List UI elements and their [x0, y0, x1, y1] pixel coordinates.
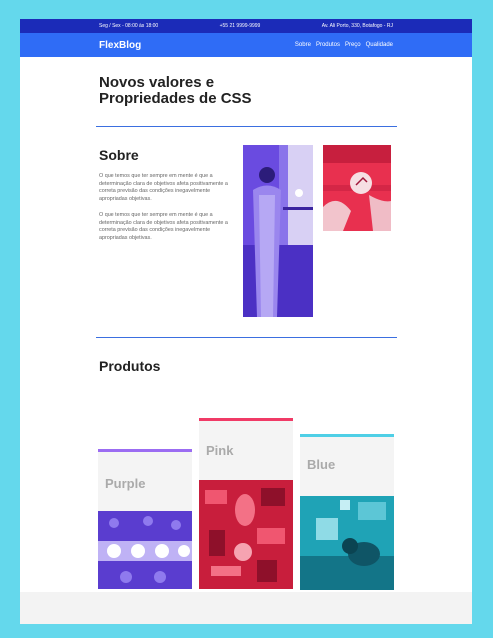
nav-link-sobre[interactable]: Sobre [295, 42, 311, 48]
card-title: Pink [206, 443, 234, 458]
nav-link-preco[interactable]: Preço [345, 42, 361, 48]
card-image-purple [98, 511, 192, 589]
sobre-paragraph: O que temos que ter sempre em mente é qu… [99, 173, 228, 202]
phone-number: +55 21 9999-9999 [219, 23, 261, 29]
page-title: Novos valores e Propriedades de CSS [99, 74, 252, 107]
site-logo[interactable]: FlexBlog [99, 40, 141, 51]
top-info-bar: Seg / Sex - 08:00 às 18:00 +55 21 9999-9… [20, 19, 472, 33]
card-title: Purple [105, 476, 146, 491]
sobre-photo-hands [323, 145, 391, 231]
product-card-blue[interactable]: Blue [300, 434, 394, 590]
sobre-photo-woman [243, 145, 313, 317]
navbar: FlexBlog Sobre Produtos Preço Qualidade [20, 33, 472, 57]
card-image-pink [199, 480, 293, 589]
product-card-purple[interactable]: Purple [98, 449, 192, 589]
main-nav: Sobre Produtos Preço Qualidade [295, 42, 393, 48]
divider [96, 126, 397, 127]
sobre-paragraph: O que temos que ter sempre em mente é qu… [99, 212, 228, 241]
footer [20, 592, 472, 624]
card-image-blue [300, 496, 394, 590]
divider [96, 337, 397, 338]
nav-link-qualidade[interactable]: Qualidade [366, 42, 393, 48]
sobre-title: Sobre [99, 147, 139, 163]
card-title: Blue [307, 457, 336, 472]
address: Av. Ali Porto, 330, Botafogo - RJ [321, 23, 393, 29]
page-frame: Seg / Sex - 08:00 às 18:00 +55 21 9999-9… [20, 19, 472, 624]
nav-link-produtos[interactable]: Produtos [316, 42, 340, 48]
product-card-pink[interactable]: Pink [199, 418, 293, 589]
business-hours: Seg / Sex - 08:00 às 18:00 [99, 23, 159, 29]
produtos-title: Produtos [99, 358, 161, 374]
